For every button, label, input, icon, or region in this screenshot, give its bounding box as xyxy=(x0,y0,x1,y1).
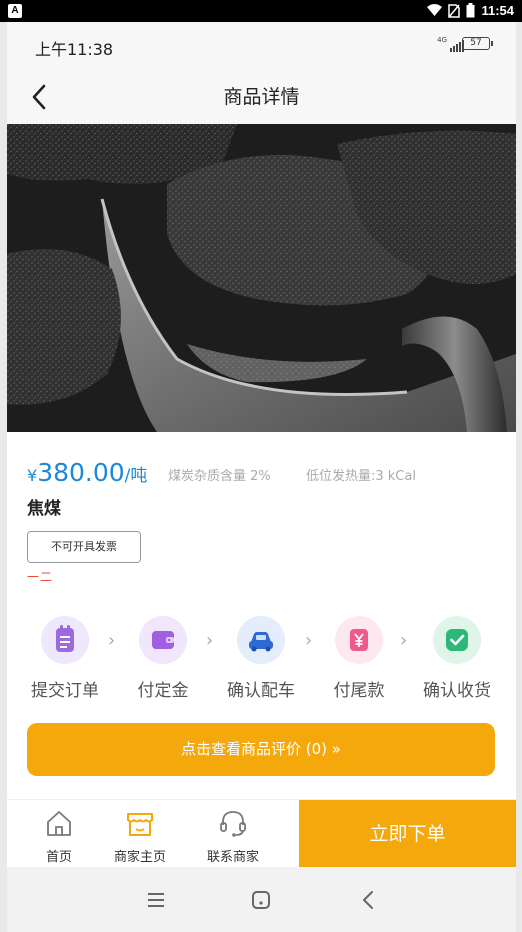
view-reviews-button[interactable]: 点击查看商品评价 (0) » xyxy=(27,723,495,776)
status-bar: 上午11:38 4G 57 xyxy=(7,22,516,68)
tab-label: 商家主页 xyxy=(113,850,166,865)
network-type: 4G xyxy=(437,36,447,44)
host-clock: 11:54 xyxy=(481,3,514,18)
product-name: 焦煤 xyxy=(27,499,61,519)
step-pay-balance: 付尾款 xyxy=(314,616,404,701)
check-icon xyxy=(433,616,481,664)
back-arrow-icon[interactable] xyxy=(353,885,383,915)
signal-icon: 4G xyxy=(437,36,464,52)
home-square-icon[interactable] xyxy=(246,885,276,915)
price-unit: /吨 xyxy=(124,466,148,486)
step-pay-deposit: 付定金 xyxy=(118,616,208,701)
clipboard-icon xyxy=(41,616,89,664)
tab-label: 首页 xyxy=(45,850,72,865)
tab-shop-home[interactable]: 商家主页 xyxy=(100,808,180,865)
step-label: 提交订单 xyxy=(31,681,99,701)
yen-tag-icon xyxy=(335,616,383,664)
order-steps: 提交订单 › 付定金 › 确认配车 › 付尾款 › 确认收货 xyxy=(7,616,516,706)
step-label: 确认收货 xyxy=(423,681,491,701)
step-confirm-vehicle: 确认配车 xyxy=(216,616,306,701)
nav-bar: 商品详情 xyxy=(7,68,516,124)
app-badge-icon: A xyxy=(8,4,22,18)
page-title: 商品详情 xyxy=(223,86,300,108)
spec-impurity: 煤炭杂质含量 2% xyxy=(168,469,271,484)
tab-label: 联系商家 xyxy=(206,850,259,865)
system-nav-bar xyxy=(7,867,516,932)
step-submit-order: 提交订单 xyxy=(20,616,110,701)
product-image[interactable] xyxy=(7,124,516,432)
host-status-bar: A 11:54 xyxy=(0,0,522,22)
price-amount: 380.00 xyxy=(37,458,125,487)
app-window: 上午11:38 4G 57 商品详情 ¥ 380.00 /吨 煤炭杂质含量 2%… xyxy=(7,22,516,932)
battery-icon xyxy=(466,3,475,18)
wifi-icon xyxy=(427,4,443,16)
tab-contact-seller[interactable]: 联系商家 xyxy=(193,808,273,865)
status-time: 上午11:38 xyxy=(35,40,114,59)
spec-heat: 低位发热量:3 kCal xyxy=(306,469,416,484)
menu-icon[interactable] xyxy=(141,885,171,915)
bottom-action-bar: 首页 商家主页 联系商家 立即下单 xyxy=(7,799,516,868)
headset-icon xyxy=(220,811,246,837)
shop-icon xyxy=(127,813,153,836)
no-sim-icon xyxy=(448,3,461,18)
wallet-icon xyxy=(139,616,187,664)
coal-photo xyxy=(7,124,516,432)
chevron-right-icon: › xyxy=(206,630,214,651)
step-confirm-receipt: 确认收货 xyxy=(412,616,502,701)
car-icon xyxy=(237,616,285,664)
price-currency: ¥ xyxy=(27,466,38,485)
product-tag: 一二 xyxy=(27,570,54,584)
battery-level: 57 xyxy=(462,37,493,50)
place-order-button[interactable]: 立即下单 xyxy=(299,800,516,868)
step-label: 确认配车 xyxy=(227,681,295,701)
price: ¥ 380.00 /吨 xyxy=(27,458,147,487)
home-icon xyxy=(47,811,71,836)
step-label: 付尾款 xyxy=(333,681,385,701)
chevron-right-icon: › xyxy=(400,630,408,651)
chevron-right-icon: › xyxy=(305,630,313,651)
chevron-right-icon: › xyxy=(108,630,116,651)
invoice-badge: 不可开具发票 xyxy=(27,531,141,563)
tab-home[interactable]: 首页 xyxy=(19,808,99,865)
step-label: 付定金 xyxy=(137,681,189,701)
screen: A 11:54 上午11:38 4G 57 商品详情 ¥ 380.00 /吨 煤… xyxy=(0,0,522,932)
